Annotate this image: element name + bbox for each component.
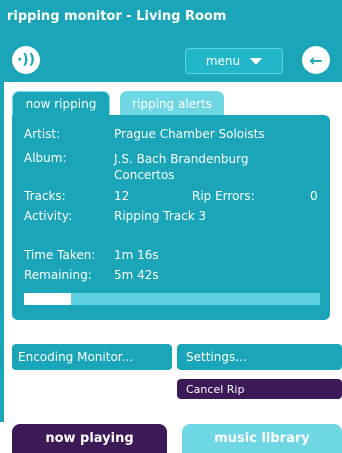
activity-value: Ripping Track 3: [114, 209, 207, 223]
tab-music-library[interactable]: music library: [182, 424, 342, 453]
speaker-icon: ·)): [16, 52, 36, 68]
tracks-label: Tracks:: [24, 189, 66, 203]
encoding-monitor-button[interactable]: Encoding Monitor...: [12, 344, 172, 370]
speaker-button[interactable]: ·)): [12, 46, 40, 74]
encoding-monitor-label: Encoding Monitor...: [18, 350, 134, 364]
time-taken-label: Time Taken:: [24, 248, 96, 262]
rip-errors-label: Rip Errors:: [192, 189, 255, 203]
menu-button[interactable]: menu: [185, 48, 283, 74]
left-edge-stripe: [0, 82, 4, 422]
window-title: ripping monitor - Living Room: [7, 9, 227, 24]
activity-label: Activity:: [24, 209, 73, 223]
rip-errors-value: 0: [310, 189, 318, 203]
remaining-label: Remaining:: [24, 268, 92, 282]
tab-now-ripping[interactable]: now ripping: [12, 91, 110, 116]
rip-progress-fill: [24, 293, 71, 305]
caret-down-icon: [250, 57, 263, 65]
time-taken-value: 1m 16s: [114, 248, 159, 262]
cancel-rip-button[interactable]: Cancel Rip: [177, 379, 342, 399]
tracks-value: 12: [114, 189, 130, 203]
back-arrow-icon: ←: [309, 50, 323, 70]
album-value: J.S. Bach Brandenburg Concertos: [114, 152, 249, 182]
artist-label: Artist:: [24, 127, 61, 141]
menu-label: menu: [205, 54, 241, 68]
album-label: Album:: [24, 151, 67, 165]
cancel-rip-label: Cancel Rip: [186, 382, 245, 396]
tab-ripping-alerts[interactable]: ripping alerts: [120, 91, 224, 116]
settings-label: Settings...: [186, 350, 247, 364]
remaining-value: 5m 42s: [114, 268, 159, 282]
tab-now-playing[interactable]: now playing: [12, 424, 167, 453]
back-button[interactable]: ←: [302, 46, 330, 74]
artist-value: Prague Chamber Soloists: [114, 127, 265, 141]
settings-button[interactable]: Settings...: [177, 344, 342, 370]
